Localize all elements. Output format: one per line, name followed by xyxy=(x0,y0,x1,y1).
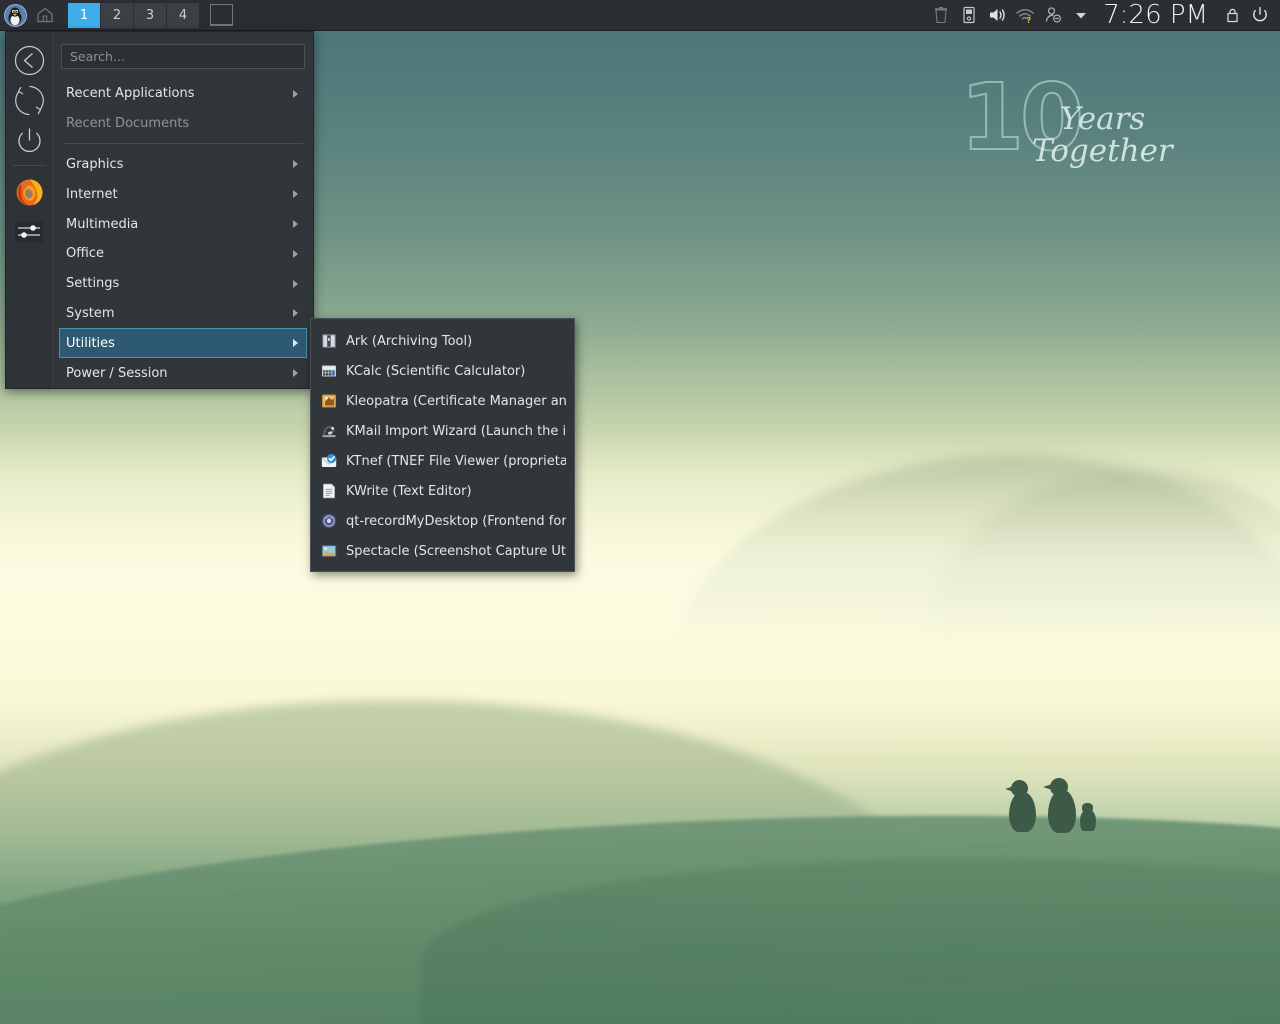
submenu-item-label: Spectacle (Screenshot Capture Utility) xyxy=(346,544,566,559)
chevron-right-icon xyxy=(293,309,298,317)
menu-item-label: Recent Documents xyxy=(66,116,189,131)
submenu-item-kcalc[interactable]: KCalc (Scientific Calculator) xyxy=(311,356,574,386)
spectacle-screenshot-icon xyxy=(320,543,337,560)
menu-item-label: Graphics xyxy=(66,157,123,172)
audio-mixer-icon[interactable] xyxy=(9,212,49,252)
menu-item-multimedia[interactable]: Multimedia xyxy=(59,209,307,239)
menu-item-label: Office xyxy=(66,246,104,261)
firefox-icon[interactable] xyxy=(9,172,49,212)
home-folder-icon[interactable] xyxy=(30,1,60,30)
chevron-right-icon xyxy=(293,369,298,377)
menu-item-internet[interactable]: Internet xyxy=(59,179,307,209)
sidebar-divider xyxy=(13,165,46,166)
penguin-chick xyxy=(1078,803,1098,831)
panel-left-section: 1 2 3 4 xyxy=(0,0,233,30)
chevron-right-icon xyxy=(293,280,298,288)
submenu-item-qt-recordmydesktop[interactable]: qt-recordMyDesktop (Frontend for r... xyxy=(311,506,574,536)
tux-kickoff-icon[interactable] xyxy=(0,1,30,30)
submenu-item-label: KWrite (Text Editor) xyxy=(346,484,472,499)
submenu-item-label: KTnef (TNEF File Viewer (proprietary... xyxy=(346,454,566,469)
menu-item-label: Internet xyxy=(66,187,118,202)
atmospheric-haze xyxy=(0,430,1280,760)
submenu-item-kleopatra[interactable]: Kleopatra (Certificate Manager and ... xyxy=(311,386,574,416)
submenu-item-ktnef[interactable]: KTnef (TNEF File Viewer (proprietary... xyxy=(311,446,574,476)
menu-sidebar xyxy=(6,32,53,388)
kleopatra-certificate-icon xyxy=(320,393,337,410)
menu-item-label: Power / Session xyxy=(66,366,168,381)
menu-item-label: System xyxy=(66,306,114,321)
search-input[interactable] xyxy=(61,44,305,69)
chevron-down-icon[interactable] xyxy=(1067,1,1095,30)
menu-divider xyxy=(63,143,303,144)
pager-desktop-4[interactable]: 4 xyxy=(167,3,199,28)
application-menu: Recent Applications Recent Documents Gra… xyxy=(5,31,314,389)
chevron-right-icon xyxy=(293,90,298,98)
pager-desktop-2[interactable]: 2 xyxy=(101,3,133,28)
menu-item-label: Multimedia xyxy=(66,217,138,232)
user-status-icon[interactable] xyxy=(1039,1,1067,30)
usb-drive-icon[interactable] xyxy=(955,1,983,30)
menu-item-system[interactable]: System xyxy=(59,299,307,329)
digital-clock[interactable]: 7:26 PM xyxy=(1103,0,1208,30)
penguin-left xyxy=(1005,780,1039,832)
menu-item-power-session[interactable]: Power / Session xyxy=(59,358,307,388)
pager-desktop-1[interactable]: 1 xyxy=(68,3,100,28)
submenu-item-kmail-import-wizard[interactable]: KMail Import Wizard (Launch the i... xyxy=(311,416,574,446)
submenu-item-spectacle[interactable]: Spectacle (Screenshot Capture Utility) xyxy=(311,536,574,566)
menu-main-column: Recent Applications Recent Documents Gra… xyxy=(53,32,313,388)
watermark-years: Years xyxy=(1060,104,1145,135)
menu-item-label: Settings xyxy=(66,276,119,291)
back-icon[interactable] xyxy=(9,40,49,80)
lock-icon[interactable] xyxy=(1218,1,1246,30)
volume-icon[interactable] xyxy=(983,1,1011,30)
kcalc-calculator-icon xyxy=(320,363,337,380)
chevron-right-icon xyxy=(293,250,298,258)
menu-item-label: Utilities xyxy=(66,336,115,351)
submenu-item-kwrite[interactable]: KWrite (Text Editor) xyxy=(311,476,574,506)
submenu-item-ark[interactable]: Ark (Archiving Tool) xyxy=(311,326,574,356)
kmail-import-wizard-icon xyxy=(320,423,337,440)
trash-icon[interactable] xyxy=(927,1,955,30)
recordmydesktop-icon xyxy=(320,513,337,530)
power-session-icon[interactable] xyxy=(9,120,49,160)
kwrite-document-icon xyxy=(320,483,337,500)
wifi-unknown-icon[interactable]: ? xyxy=(1011,1,1039,30)
chevron-right-icon xyxy=(293,190,298,198)
submenu-item-label: KCalc (Scientific Calculator) xyxy=(346,364,525,379)
chevron-right-icon xyxy=(293,220,298,228)
system-tray: ? 7:26 PM xyxy=(927,0,1280,30)
chevron-right-icon xyxy=(293,160,298,168)
submenu-item-label: Kleopatra (Certificate Manager and ... xyxy=(346,394,566,409)
menu-item-graphics[interactable]: Graphics xyxy=(59,149,307,179)
top-panel: 1 2 3 4 xyxy=(0,0,1280,31)
menu-item-recent-documents: Recent Documents xyxy=(59,109,307,139)
menu-item-recent-applications[interactable]: Recent Applications xyxy=(59,79,307,109)
menu-item-label: Recent Applications xyxy=(66,86,194,101)
show-desktop-button[interactable] xyxy=(210,4,233,26)
refresh-icon[interactable] xyxy=(9,80,49,120)
menu-item-utilities[interactable]: Utilities xyxy=(59,328,307,358)
virtual-desktop-pager[interactable]: 1 2 3 4 xyxy=(68,3,233,28)
wallpaper-watermark: 10 Years Together xyxy=(960,78,1160,188)
utilities-submenu: Ark (Archiving Tool) KCalc (Scientific C… xyxy=(310,318,575,572)
ktnef-envelope-icon xyxy=(320,453,337,470)
svg-text:?: ? xyxy=(1027,16,1032,24)
power-icon[interactable] xyxy=(1246,1,1274,30)
submenu-item-label: KMail Import Wizard (Launch the i... xyxy=(346,424,566,439)
watermark-number: 10 xyxy=(960,72,1080,164)
chevron-right-icon xyxy=(293,339,298,347)
penguin-right xyxy=(1043,778,1079,833)
menu-item-office[interactable]: Office xyxy=(59,239,307,269)
watermark-together: Together xyxy=(1032,136,1173,167)
submenu-item-label: Ark (Archiving Tool) xyxy=(346,334,472,349)
pager-desktop-3[interactable]: 3 xyxy=(134,3,166,28)
submenu-item-label: qt-recordMyDesktop (Frontend for r... xyxy=(346,514,566,529)
menu-item-settings[interactable]: Settings xyxy=(59,269,307,299)
ark-archive-icon xyxy=(320,333,337,350)
